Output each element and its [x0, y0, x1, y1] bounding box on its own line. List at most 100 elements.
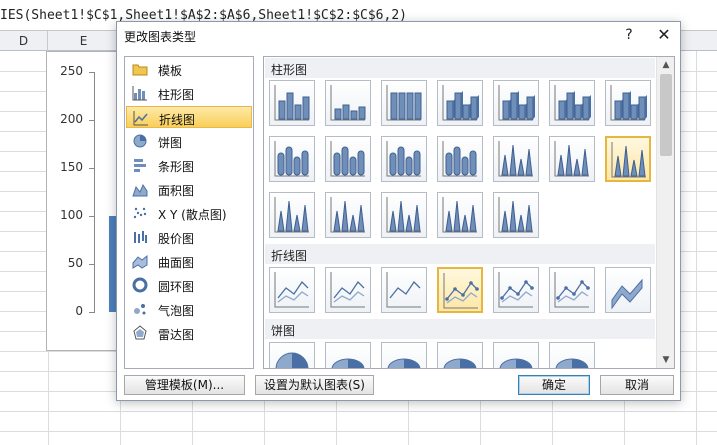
category-item-label: 柱形图	[158, 88, 195, 102]
set-default-chart-button[interactable]: 设置为默认图表(S)	[255, 375, 374, 395]
dialog-title: 更改图表类型	[124, 30, 197, 44]
pie-subtype-5[interactable]	[493, 342, 539, 368]
line-subtype-1[interactable]	[269, 267, 315, 313]
column-subtype-4[interactable]	[437, 80, 483, 126]
column-subtype-7[interactable]	[605, 80, 651, 126]
category-item-label: 条形图	[158, 160, 195, 174]
area-chart-icon	[132, 181, 148, 197]
y-tick-mark	[89, 72, 95, 73]
column-header-label: E	[79, 34, 88, 48]
folder-icon	[132, 61, 148, 77]
gallery-scrollbar[interactable]: ▲ ▼	[656, 57, 674, 368]
column-subtype-3[interactable]	[381, 80, 427, 126]
column-subtype-10[interactable]	[381, 136, 427, 182]
column-subtype-11[interactable]	[437, 136, 483, 182]
manage-templates-button[interactable]: 管理模板(M)...	[124, 375, 245, 395]
category-item-surface-chart[interactable]: 曲面图	[126, 250, 252, 272]
category-item-folder[interactable]: 模板	[126, 58, 252, 80]
chart-subtype-gallery: 柱形图 折线图 饼图 ▲ ▼	[263, 56, 675, 369]
y-tick-mark	[89, 264, 95, 265]
scrollbar-thumb[interactable]	[660, 74, 672, 156]
column-header-label: D	[18, 34, 29, 48]
pie-subtype-1[interactable]	[269, 342, 315, 368]
category-item-column-chart[interactable]: 柱形图	[126, 82, 252, 104]
category-item-doughnut-chart[interactable]: 圆环图	[126, 274, 252, 296]
bar-chart-icon	[132, 157, 148, 173]
y-tick-label: 50	[67, 256, 83, 270]
scroll-up-arrow-icon[interactable]: ▲	[657, 57, 674, 73]
column-header-d[interactable]: D	[0, 31, 48, 51]
category-item-label: 雷达图	[158, 328, 195, 342]
column-subtype-15[interactable]	[269, 192, 315, 238]
y-tick-label: 200	[60, 112, 83, 126]
change-chart-type-dialog: 更改图表类型 ? ✕ 模板 柱形图 折线图 饼图 条形图 面积图 X Y (散点图) 股价图曲…	[116, 21, 681, 401]
y-tick-mark	[89, 216, 95, 217]
column-header-e[interactable]: E	[48, 31, 120, 51]
column-subtype-9[interactable]	[325, 136, 371, 182]
pie-subtype-3[interactable]	[381, 342, 427, 368]
column-subtype-12[interactable]	[493, 136, 539, 182]
y-tick-mark	[89, 168, 95, 169]
line-subtype-7[interactable]	[605, 267, 651, 313]
pie-chart-icon	[132, 133, 148, 149]
column-subtype-6[interactable]	[549, 80, 595, 126]
pie-subtype-6[interactable]	[549, 342, 595, 368]
line-subtype-6[interactable]	[549, 267, 595, 313]
close-button[interactable]: ✕	[653, 25, 675, 45]
category-item-area-chart[interactable]: 面积图	[126, 178, 252, 200]
column-subtype-1[interactable]	[269, 80, 315, 126]
scroll-down-arrow-icon[interactable]: ▼	[657, 352, 674, 368]
category-item-scatter-chart[interactable]: X Y (散点图)	[126, 202, 252, 224]
column-subtype-2[interactable]	[325, 80, 371, 126]
y-tick-label: 150	[60, 160, 83, 174]
stock-chart-icon	[132, 229, 148, 245]
section-header-column: 柱形图	[265, 58, 655, 78]
pie-subtype-2[interactable]	[325, 342, 371, 368]
column-subtype-13[interactable]	[549, 136, 595, 182]
column-subtype-17[interactable]	[381, 192, 427, 238]
section-header-pie: 饼图	[265, 319, 655, 339]
y-axis-line	[94, 72, 95, 312]
category-item-label: 面积图	[158, 184, 195, 198]
column-subtype-8[interactable]	[269, 136, 315, 182]
category-item-label: 模板	[158, 64, 183, 78]
y-tick-mark	[89, 312, 95, 313]
section-label-column: 柱形图	[271, 63, 308, 77]
chart-category-list: 模板柱形图折线图饼图条形图面积图 X Y (散点图) 股价图 曲面图 圆环图气泡图雷达图	[124, 56, 254, 369]
column-subtype-18[interactable]	[437, 192, 483, 238]
line-subtype-5[interactable]	[493, 267, 539, 313]
y-tick-label: 0	[75, 304, 83, 318]
scatter-chart-icon	[132, 205, 148, 221]
y-tick-label: 250	[60, 64, 83, 78]
bubble-chart-icon	[132, 301, 148, 317]
column-subtype-19[interactable]	[493, 192, 539, 238]
section-label-pie: 饼图	[271, 324, 296, 338]
line-subtype-3[interactable]	[381, 267, 427, 313]
y-tick-label: 100	[60, 208, 83, 222]
category-item-line-chart[interactable]: 折线图	[126, 106, 252, 128]
category-item-label: X Y (散点图)	[158, 208, 227, 222]
category-item-label: 气泡图	[158, 304, 195, 318]
radar-chart-icon	[132, 325, 148, 341]
y-tick-mark	[89, 120, 95, 121]
category-item-label: 饼图	[158, 136, 183, 150]
category-item-stock-chart[interactable]: 股价图	[126, 226, 252, 248]
category-item-bar-chart[interactable]: 条形图	[126, 154, 252, 176]
section-header-line: 折线图	[265, 244, 655, 264]
line-subtype-2[interactable]	[325, 267, 371, 313]
section-label-line: 折线图	[271, 249, 308, 263]
column-subtype-5[interactable]	[493, 80, 539, 126]
category-item-label: 折线图	[159, 113, 196, 127]
pie-subtype-4[interactable]	[437, 342, 483, 368]
dialog-titlebar: 更改图表类型 ? ✕	[117, 22, 680, 49]
column-subtype-14[interactable]	[605, 136, 651, 182]
help-button[interactable]: ?	[619, 25, 639, 45]
ok-button[interactable]: 确定	[518, 375, 590, 395]
doughnut-chart-icon	[132, 277, 148, 293]
category-item-pie-chart[interactable]: 饼图	[126, 130, 252, 152]
column-subtype-16[interactable]	[325, 192, 371, 238]
category-item-bubble-chart[interactable]: 气泡图	[126, 298, 252, 320]
line-subtype-4[interactable]	[437, 267, 483, 313]
cancel-button[interactable]: 取消	[600, 375, 674, 395]
category-item-radar-chart[interactable]: 雷达图	[126, 322, 252, 344]
